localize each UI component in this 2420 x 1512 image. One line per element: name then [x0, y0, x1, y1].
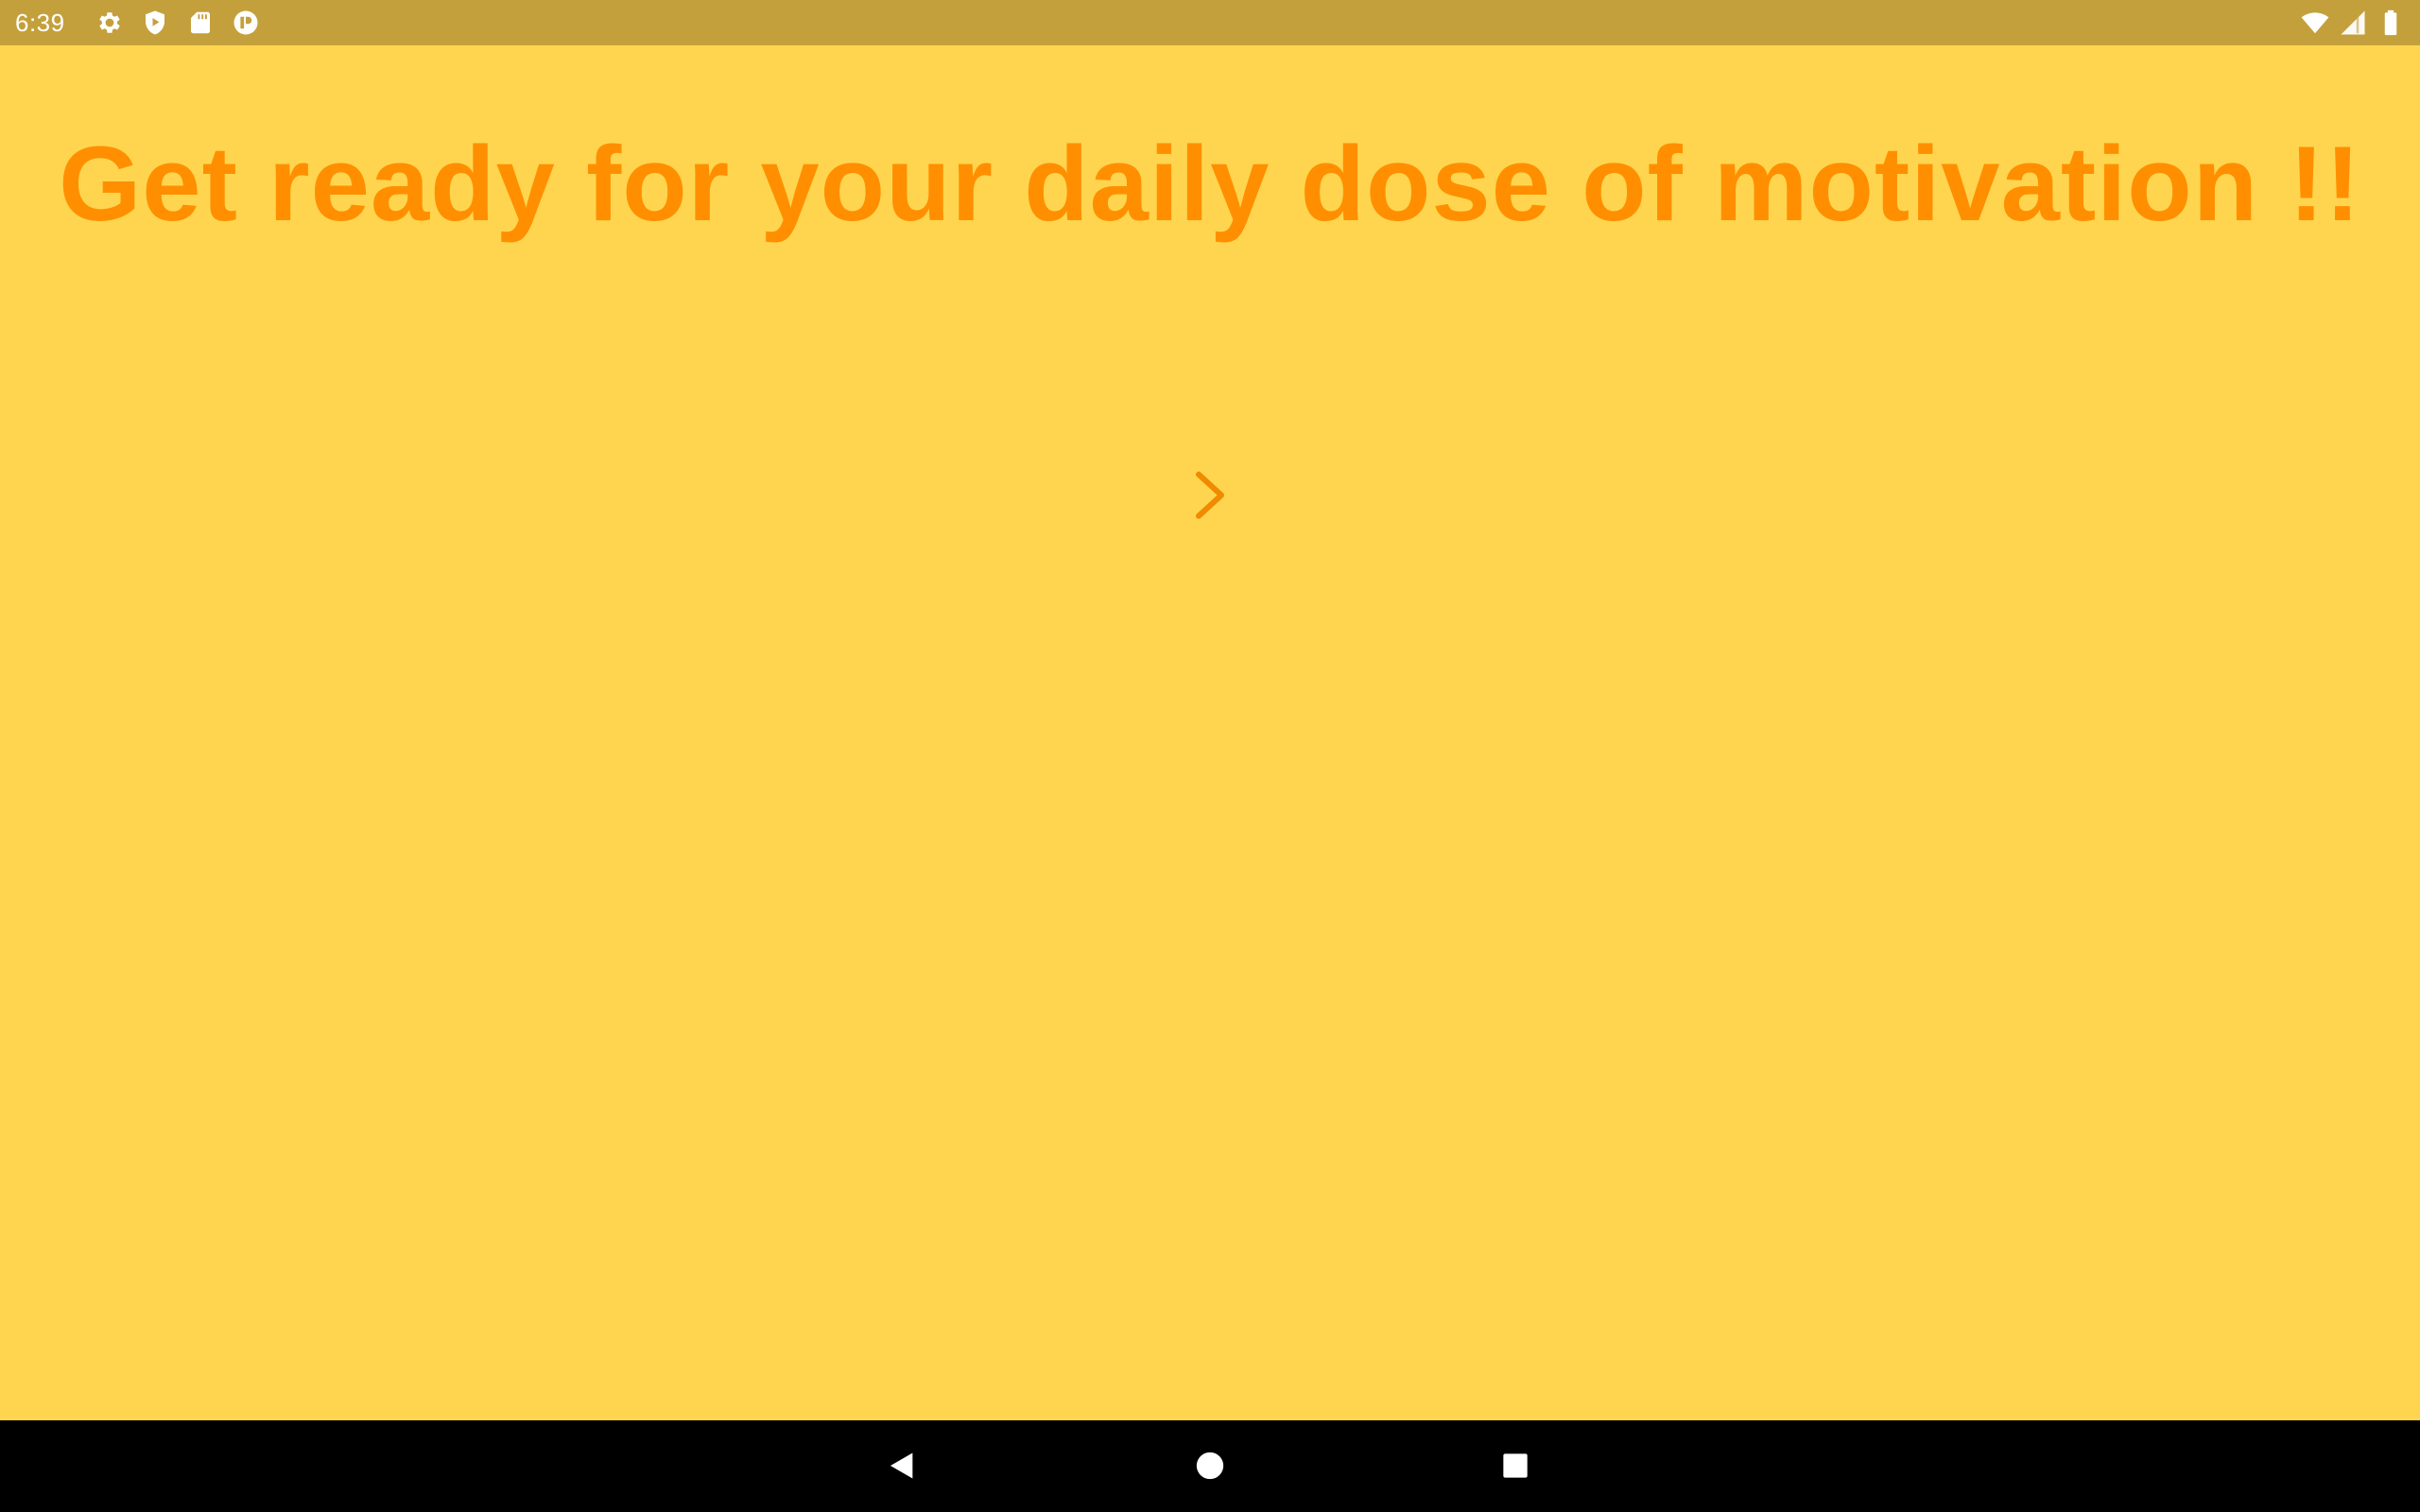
back-button[interactable] [872, 1435, 932, 1496]
wifi-icon [2301, 9, 2329, 37]
next-button[interactable] [1172, 463, 1248, 527]
status-right [2301, 9, 2405, 37]
back-icon [890, 1452, 913, 1479]
sd-card-icon [186, 9, 215, 37]
gear-icon [95, 9, 124, 37]
status-left: 6:39 [15, 9, 260, 38]
motivation-headline: Get ready for your daily dose of motivat… [59, 125, 2361, 243]
status-bar: 6:39 [0, 0, 2420, 45]
navigation-bar [0, 1420, 2420, 1512]
cell-signal-icon [2339, 9, 2367, 37]
battery-icon [2377, 9, 2405, 37]
chevron-right-icon [1196, 472, 1224, 519]
status-time: 6:39 [15, 8, 65, 37]
home-icon [1196, 1452, 1224, 1480]
app-screen: 6:39 Get ready for your daily dose of mo… [0, 0, 2420, 1512]
app-circle-icon [232, 9, 260, 37]
recents-icon [1503, 1453, 1528, 1478]
home-button[interactable] [1180, 1435, 1240, 1496]
recents-button[interactable] [1485, 1435, 1546, 1496]
shield-play-icon [141, 9, 169, 37]
